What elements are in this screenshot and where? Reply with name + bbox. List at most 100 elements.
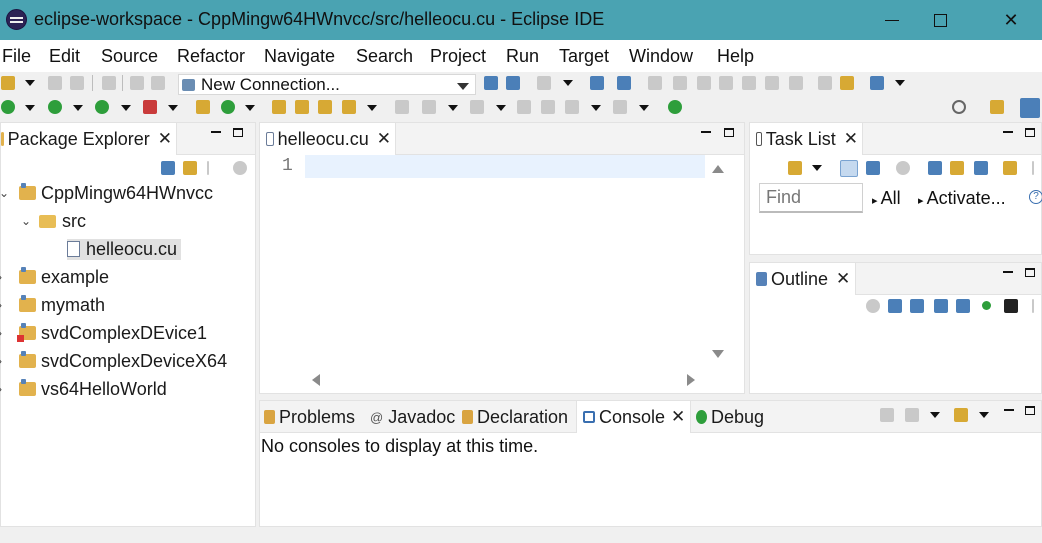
maximize-view-icon[interactable]: [233, 128, 243, 137]
menu-project[interactable]: Project: [430, 46, 486, 67]
minimize-view-icon[interactable]: [1003, 271, 1013, 273]
maximize-button[interactable]: [917, 0, 963, 40]
maximize-view-icon[interactable]: [1025, 406, 1035, 415]
menu-source[interactable]: Source: [101, 46, 158, 67]
close-icon[interactable]: ✕: [836, 269, 850, 289]
tree-item-project[interactable]: › example: [0, 265, 109, 289]
tab-debug[interactable]: Debug: [694, 401, 764, 433]
close-window-button[interactable]: ✕: [988, 0, 1034, 40]
view-menu-icon[interactable]: [1032, 299, 1034, 313]
forward-dropdown-icon[interactable]: [639, 105, 649, 111]
tree-item-project[interactable]: ⌄ CppMingw64HWnvcc: [0, 181, 213, 205]
toggle-mark-icon[interactable]: [818, 76, 832, 90]
view-menu-icon[interactable]: [1032, 161, 1034, 175]
last-edit-icon[interactable]: [517, 100, 531, 114]
scroll-left-icon[interactable]: [312, 374, 320, 386]
menu-help[interactable]: Help: [717, 46, 754, 67]
run-dropdown-icon[interactable]: [73, 105, 83, 111]
synchronize-icon[interactable]: [1003, 161, 1017, 175]
terminal-icon[interactable]: [590, 76, 604, 90]
filter-tasks-icon[interactable]: [896, 161, 910, 175]
open-perspective-icon[interactable]: [990, 100, 1004, 114]
open-console-dropdown-icon[interactable]: [979, 412, 989, 418]
search-icon[interactable]: [952, 100, 966, 114]
collapse-tasks-icon[interactable]: [974, 161, 988, 175]
next-annotation-icon[interactable]: [840, 76, 854, 90]
tree-item-project[interactable]: › vs64HelloWorld: [0, 377, 167, 401]
chevron-right-icon[interactable]: ›: [0, 326, 2, 340]
back-icon[interactable]: [565, 100, 579, 114]
tree-item-file[interactable]: helleocu.cu: [1, 237, 182, 261]
collapse-outline-icon[interactable]: [888, 299, 902, 313]
tab-problems[interactable]: Problems: [260, 401, 355, 433]
tab-console[interactable]: Console ✕: [576, 401, 691, 433]
open-folder-icon[interactable]: [295, 100, 309, 114]
view-menu-icon[interactable]: [207, 161, 209, 175]
menu-file[interactable]: File: [2, 46, 31, 67]
profile-dropdown-icon[interactable]: [168, 105, 178, 111]
disconnect-icon[interactable]: [506, 76, 520, 90]
menu-search[interactable]: Search: [356, 46, 413, 67]
debug-dropdown-icon[interactable]: [25, 105, 35, 111]
step-return-icon[interactable]: [789, 76, 803, 90]
new-dropdown-icon[interactable]: [25, 80, 35, 86]
sort-icon[interactable]: [910, 299, 924, 313]
next-annotation-2-icon[interactable]: [541, 100, 555, 114]
forward-icon[interactable]: [613, 100, 627, 114]
display-console-icon[interactable]: [905, 408, 919, 422]
menu-refactor[interactable]: Refactor: [177, 46, 245, 67]
tree-item-project[interactable]: › svdComplexDeviceX64: [0, 349, 227, 373]
step-over-icon[interactable]: [765, 76, 779, 90]
step-into-icon[interactable]: [742, 76, 756, 90]
tab-declaration[interactable]: Declaration: [460, 401, 568, 433]
save-icon[interactable]: [48, 76, 62, 90]
open-type-icon[interactable]: [272, 100, 286, 114]
redo-icon[interactable]: [151, 76, 165, 90]
undo-icon[interactable]: [130, 76, 144, 90]
new-package-icon[interactable]: [196, 100, 210, 114]
filters-icon[interactable]: [233, 161, 247, 175]
menu-target[interactable]: Target: [559, 46, 609, 67]
new-class-dropdown-icon[interactable]: [245, 105, 255, 111]
close-icon[interactable]: ✕: [158, 129, 172, 149]
terminate-icon[interactable]: [697, 76, 711, 90]
prev-edit-dropdown-icon[interactable]: [496, 105, 506, 111]
close-icon[interactable]: ✕: [844, 129, 858, 149]
external-tools-dropdown-icon[interactable]: [121, 105, 131, 111]
minimize-view-icon[interactable]: [211, 131, 221, 133]
next-edit-icon[interactable]: [422, 100, 436, 114]
search-dropdown-icon[interactable]: [367, 105, 377, 111]
suspend-icon[interactable]: [673, 76, 687, 90]
chevron-right-icon[interactable]: ›: [0, 354, 2, 368]
chevron-down-icon[interactable]: [457, 83, 469, 90]
binary-icon[interactable]: [102, 76, 116, 90]
chevron-down-icon[interactable]: ⌄: [0, 186, 9, 200]
build-dropdown-icon[interactable]: [563, 80, 573, 86]
debug-gear-icon[interactable]: [1, 100, 15, 114]
edit-icon[interactable]: [395, 100, 409, 114]
display-console-dropdown-icon[interactable]: [930, 412, 940, 418]
disconnect-debug-icon[interactable]: [719, 76, 733, 90]
tab-package-explorer[interactable]: Package Explorer ✕: [1, 123, 177, 155]
scroll-down-icon[interactable]: [712, 350, 724, 358]
close-icon[interactable]: ✕: [671, 407, 685, 427]
hide-completed-icon[interactable]: [928, 161, 942, 175]
task-find-input[interactable]: Find: [759, 183, 863, 213]
current-line-highlight[interactable]: [305, 155, 705, 178]
external-tools-icon[interactable]: [95, 100, 109, 114]
resume-icon[interactable]: [648, 76, 662, 90]
cpp-perspective-icon[interactable]: [1020, 98, 1040, 118]
minimize-view-icon[interactable]: [701, 131, 711, 133]
menu-navigate[interactable]: Navigate: [264, 46, 335, 67]
close-icon[interactable]: ✕: [377, 129, 391, 149]
minimize-view-icon[interactable]: [1003, 131, 1013, 133]
pin-console-icon[interactable]: [880, 408, 894, 422]
perspective-icon[interactable]: [870, 76, 884, 90]
focus-icon[interactable]: [950, 161, 964, 175]
scheduled-icon[interactable]: [866, 161, 880, 175]
filter-activate-link[interactable]: ▸ Activate...: [918, 188, 1006, 209]
filter-all-link[interactable]: ▸ All: [872, 188, 901, 209]
tree-item-project[interactable]: › mymath: [0, 293, 105, 317]
minimize-view-icon[interactable]: [1004, 409, 1014, 411]
tree-item-src[interactable]: ⌄ src: [1, 209, 86, 233]
